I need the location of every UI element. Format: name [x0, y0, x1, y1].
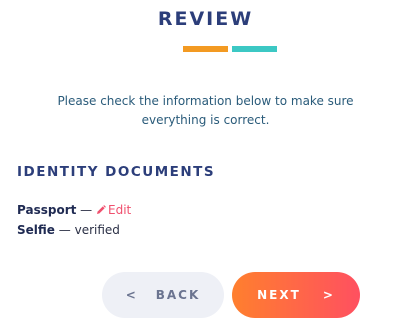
pencil-icon: [97, 205, 106, 214]
selfie-label: Selfie: [17, 223, 55, 237]
passport-row: Passport — Edit: [17, 202, 131, 218]
chevron-right-icon: >: [322, 288, 335, 302]
intro-text: Please check the information below to ma…: [57, 94, 354, 127]
passport-separator: —: [80, 203, 96, 217]
back-button[interactable]: < BACK: [102, 272, 224, 318]
identity-documents-heading: IDENTITY DOCUMENTS: [17, 164, 216, 180]
chevron-left-icon: <: [125, 288, 138, 302]
page-title: REVIEW: [157, 8, 254, 30]
next-button[interactable]: NEXT >: [232, 272, 360, 318]
back-button-label: BACK: [155, 288, 201, 302]
underline-orange: [183, 46, 228, 52]
passport-edit-label: Edit: [108, 203, 132, 217]
selfie-status: verified: [74, 223, 120, 237]
next-button-label: NEXT: [257, 288, 301, 302]
passport-label: Passport: [17, 203, 77, 217]
passport-edit-link[interactable]: Edit: [96, 203, 131, 217]
selfie-row: Selfie — verified: [17, 222, 120, 238]
selfie-separator: —: [58, 223, 75, 237]
underline-teal: [232, 46, 277, 52]
title-underline: [183, 46, 277, 52]
